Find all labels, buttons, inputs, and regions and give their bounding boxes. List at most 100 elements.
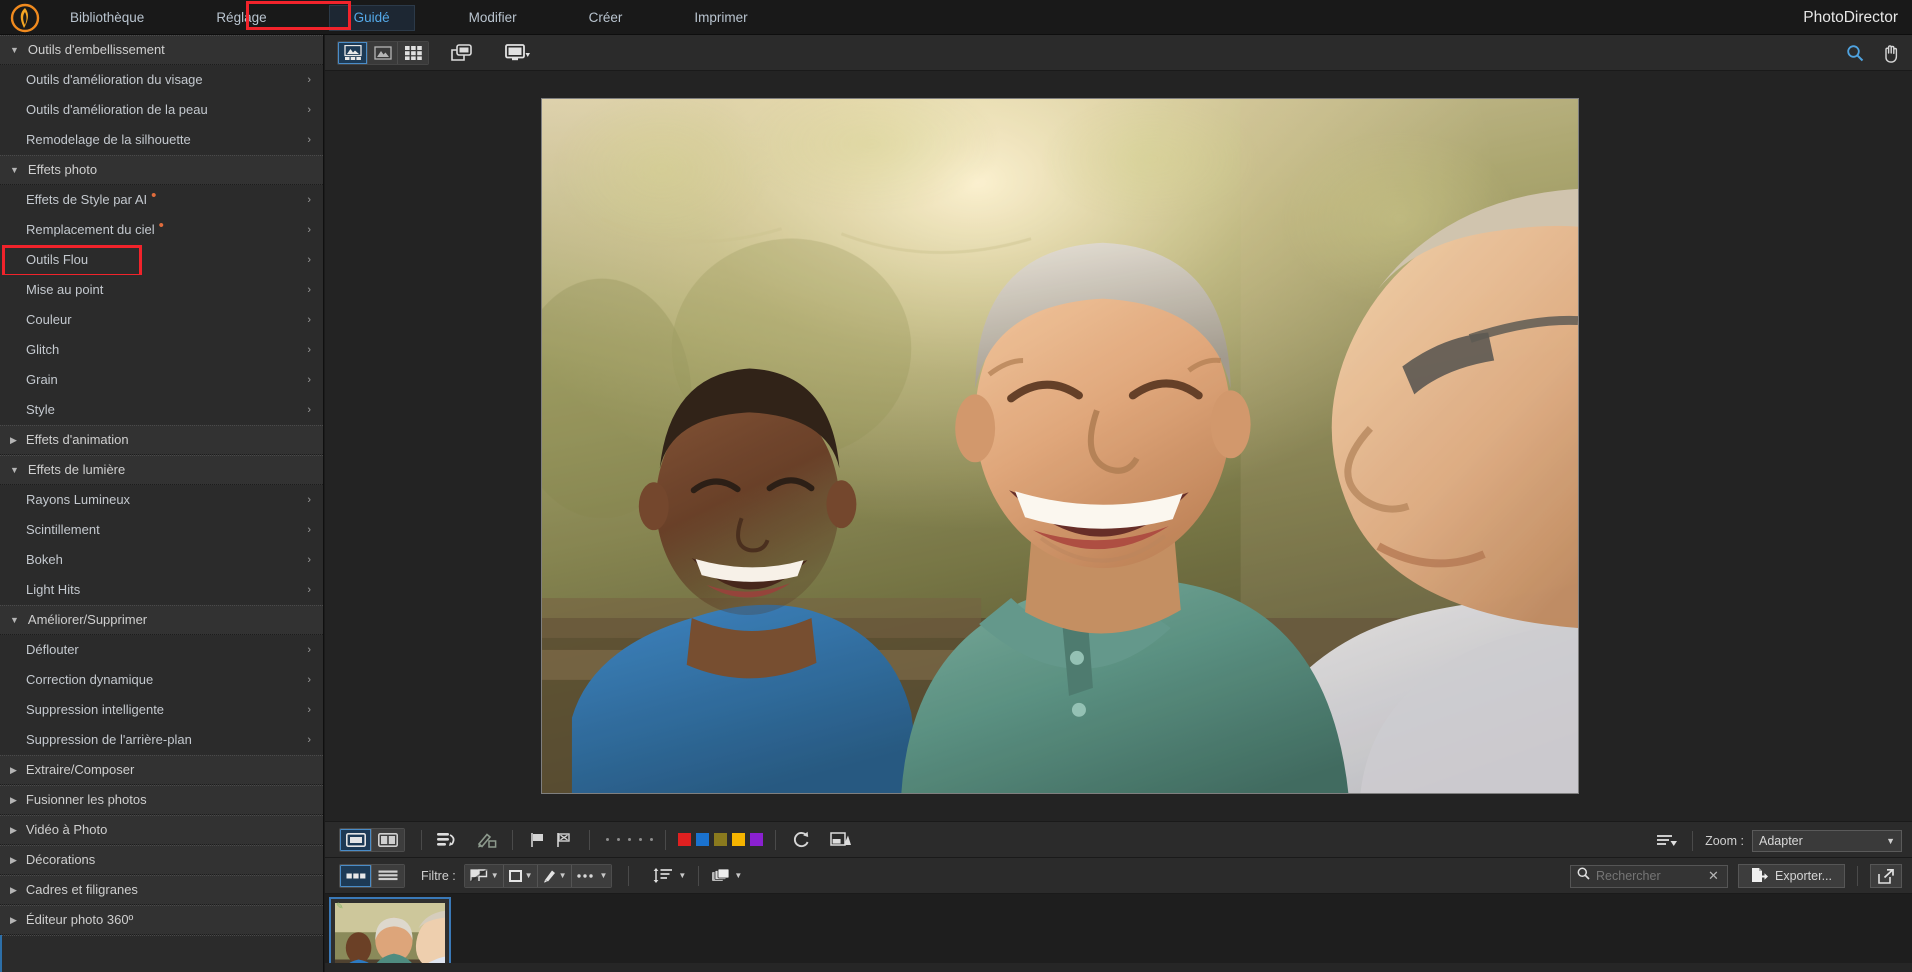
export-button[interactable]: Exporter... xyxy=(1738,864,1845,888)
stack-photos-icon[interactable]: ▼ xyxy=(711,868,742,884)
menu-item-modifier[interactable]: Modifier xyxy=(459,0,527,35)
filter-buttons-group[interactable]: ▼ ▼ ▼ xyxy=(464,864,613,888)
rating-dot-4[interactable] xyxy=(639,838,642,841)
flag-pick-icon[interactable] xyxy=(525,829,551,851)
sidebar-item-outils-amelioration-visage[interactable]: Outils d'amélioration du visage › xyxy=(0,65,323,95)
photo-with-thumbs-icon[interactable] xyxy=(338,42,368,64)
sidebar-group-label: Améliorer/Supprimer xyxy=(28,605,147,635)
rotate-right-icon[interactable] xyxy=(788,829,814,851)
sort-list-icon[interactable] xyxy=(1654,830,1680,852)
sidebar-item-suppression-intelligente[interactable]: Suppression intelligente › xyxy=(0,695,323,725)
menu-item-imprimer[interactable]: Imprimer xyxy=(684,0,757,35)
sidebar-item-deflouter[interactable]: Déflouter › xyxy=(0,635,323,665)
photo-thumbnail[interactable] xyxy=(335,903,445,972)
grid-view-icon[interactable] xyxy=(398,42,428,64)
sidebar-item-label: Suppression de l'arrière-plan xyxy=(26,725,192,755)
color-swatch-purple[interactable] xyxy=(750,833,763,846)
pencil-filter-icon[interactable]: ▼ xyxy=(538,865,572,887)
menu-item-bibliotheque[interactable]: Bibliothèque xyxy=(60,0,154,35)
sidebar-item-style[interactable]: Style › xyxy=(0,395,323,425)
sidebar-item-rayons-lumineux[interactable]: Rayons Lumineux › xyxy=(0,485,323,515)
sidebar-item-scintillement[interactable]: Scintillement › xyxy=(0,515,323,545)
left-sidebar[interactable]: ▼ Outils d'embellissement Outils d'améli… xyxy=(0,35,324,972)
sidebar-group-extraire-composer[interactable]: ▶ Extraire/Composer xyxy=(0,755,323,785)
chevron-right-icon: › xyxy=(307,725,311,755)
sidebar-item-light-hits[interactable]: Light Hits › xyxy=(0,575,323,605)
flag-reject-icon[interactable] xyxy=(551,829,577,851)
horizontal-scrollbar[interactable] xyxy=(325,963,1912,972)
compare-photos-icon[interactable] xyxy=(445,41,479,65)
sidebar-group-video-a-photo[interactable]: ▶ Vidéo à Photo xyxy=(0,815,323,845)
cyberlink-flame-logo-icon[interactable] xyxy=(10,3,40,33)
sidebar-group-effets-animation[interactable]: ▶ Effets d'animation xyxy=(0,425,323,455)
chevron-right-icon: ▶ xyxy=(10,856,17,865)
zoom-select[interactable]: Adapter ▼ xyxy=(1752,830,1902,852)
dots-filter-icon[interactable]: ▼ xyxy=(572,865,612,887)
sort-order-icon[interactable]: ▼ xyxy=(653,867,686,884)
sidebar-item-outils-amelioration-peau[interactable]: Outils d'amélioration de la peau › xyxy=(0,95,323,125)
sidebar-group-ameliorer-supprimer[interactable]: ▼ Améliorer/Supprimer xyxy=(0,605,323,635)
pane-mode-group[interactable] xyxy=(339,828,405,852)
menu-item-creer[interactable]: Créer xyxy=(579,0,633,35)
rating-dots[interactable] xyxy=(606,838,653,841)
sidebar-item-label: Outils Flou xyxy=(26,245,88,275)
list-item[interactable]: ✎ xyxy=(329,897,451,972)
color-swatch-olive[interactable] xyxy=(714,833,727,846)
main-photo-frame[interactable] xyxy=(541,98,1579,794)
rating-dot-1[interactable] xyxy=(606,838,609,841)
sidebar-item-bokeh[interactable]: Bokeh › xyxy=(0,545,323,575)
color-label-swatches[interactable] xyxy=(678,833,763,846)
pencil-edit-icon[interactable] xyxy=(474,829,500,851)
search-input[interactable] xyxy=(1596,869,1702,883)
sidebar-group-fusionner-photos[interactable]: ▶ Fusionner les photos xyxy=(0,785,323,815)
search-box[interactable]: ✕ xyxy=(1570,865,1728,888)
color-swatch-red[interactable] xyxy=(678,833,691,846)
revert-history-icon[interactable] xyxy=(434,829,460,851)
menu-item-guide[interactable]: Guidé xyxy=(329,5,415,31)
color-swatch-yellow[interactable] xyxy=(732,833,745,846)
rating-dot-3[interactable] xyxy=(628,838,631,841)
sidebar-item-label: Couleur xyxy=(26,305,72,335)
sidebar-item-correction-dynamique[interactable]: Correction dynamique › xyxy=(0,665,323,695)
sidebar-group-cadres-filigranes[interactable]: ▶ Cadres et filigranes xyxy=(0,875,323,905)
close-icon[interactable]: ✕ xyxy=(1708,868,1719,884)
export-button-label: Exporter... xyxy=(1775,869,1832,883)
open-external-icon[interactable] xyxy=(1870,864,1902,888)
sidebar-item-remplacement-ciel[interactable]: Remplacement du ciel • › xyxy=(0,215,323,245)
chevron-right-icon: › xyxy=(307,65,311,95)
view-mode-group[interactable] xyxy=(337,41,429,65)
sidebar-group-outils-embellissement[interactable]: ▼ Outils d'embellissement xyxy=(0,35,323,65)
crop-histogram-icon[interactable] xyxy=(828,829,854,851)
single-photo-icon[interactable] xyxy=(368,42,398,64)
menu-item-reglage[interactable]: Réglage xyxy=(206,0,276,35)
chevron-down-icon: ▼ xyxy=(1886,836,1895,846)
thumbnail-grid-icon[interactable] xyxy=(340,865,372,887)
rating-dot-2[interactable] xyxy=(617,838,620,841)
zoom-magnifier-icon[interactable] xyxy=(1842,41,1868,65)
sidebar-item-grain[interactable]: Grain › xyxy=(0,365,323,395)
sidebar-item-label: Bokeh xyxy=(26,545,63,575)
chevron-right-icon: › xyxy=(307,215,311,245)
split-pane-icon[interactable] xyxy=(372,829,404,851)
single-pane-icon[interactable] xyxy=(340,829,372,851)
sidebar-item-suppression-arriere-plan[interactable]: Suppression de l'arrière-plan › xyxy=(0,725,323,755)
hand-pan-icon[interactable] xyxy=(1878,41,1904,65)
sidebar-group-editeur-photo-360[interactable]: ▶ Éditeur photo 360º xyxy=(0,905,323,935)
color-swatch-blue[interactable] xyxy=(696,833,709,846)
sidebar-item-mise-au-point[interactable]: Mise au point › xyxy=(0,275,323,305)
list-view-icon[interactable] xyxy=(372,865,404,887)
sidebar-group-effets-photo[interactable]: ▼ Effets photo xyxy=(0,155,323,185)
sidebar-group-decorations[interactable]: ▶ Décorations xyxy=(0,845,323,875)
main-photo-image xyxy=(542,99,1578,794)
flags-filter-icon[interactable]: ▼ xyxy=(465,865,504,887)
display-mode-icon[interactable] xyxy=(501,41,535,65)
sidebar-item-remodelage-silhouette[interactable]: Remodelage de la silhouette › xyxy=(0,125,323,155)
rating-dot-5[interactable] xyxy=(650,838,653,841)
sidebar-item-glitch[interactable]: Glitch › xyxy=(0,335,323,365)
sidebar-group-effets-lumiere[interactable]: ▼ Effets de lumière xyxy=(0,455,323,485)
sidebar-item-label: Scintillement xyxy=(26,515,100,545)
layout-mode-group[interactable] xyxy=(339,864,405,888)
square-filter-icon[interactable]: ▼ xyxy=(504,865,538,887)
sidebar-item-outils-flou[interactable]: Outils Flou › xyxy=(0,245,323,275)
sidebar-item-couleur[interactable]: Couleur › xyxy=(0,305,323,335)
